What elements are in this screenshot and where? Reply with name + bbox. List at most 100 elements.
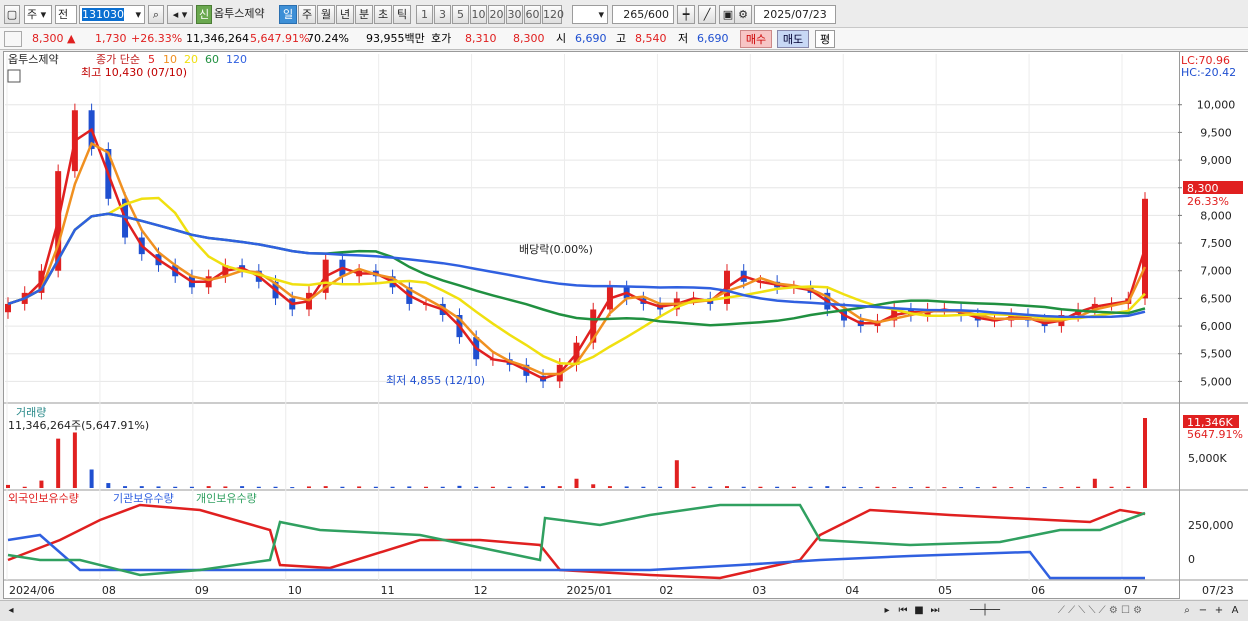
x-axis-label: 04 <box>845 584 859 597</box>
zoom-in-icon[interactable]: + <box>1212 604 1226 618</box>
x-axis-label: 06 <box>1031 584 1045 597</box>
volume-value-text: 11,346,264주(5,647.91%) <box>8 419 149 432</box>
legend-ma-period: 20 <box>184 53 198 66</box>
volume-bar <box>892 487 897 489</box>
scroll-right-icon[interactable]: ▸ <box>880 604 894 618</box>
volume-bar <box>1042 487 1047 489</box>
font-size-icon[interactable]: A <box>1228 604 1242 618</box>
price-tick-label: 6,000 <box>1200 320 1232 333</box>
stock-chart[interactable]: 10,0009,5009,0008,5008,0007,5007,0006,50… <box>0 0 1248 600</box>
zoom-icon[interactable]: ⌕ <box>1180 604 1194 618</box>
scroll-left-icon[interactable]: ◂ <box>4 604 18 618</box>
volume-bar <box>825 486 830 488</box>
holding-legend-label: 개인보유수량 <box>196 492 257 505</box>
volume-bar <box>424 486 429 488</box>
volume-bar <box>708 486 713 488</box>
price-tick-label: 6,500 <box>1200 292 1232 305</box>
volume-bar <box>457 485 462 488</box>
legend-ma-period: 5 <box>148 53 155 66</box>
volume-bar <box>959 487 964 489</box>
volume-bar <box>1025 487 1030 489</box>
dividend-annotation: 배당락(0.00%) <box>519 243 593 256</box>
volume-bar <box>658 486 663 488</box>
volume-bar <box>323 486 328 488</box>
volume-bar <box>290 487 295 489</box>
price-tick-label: 10,000 <box>1197 99 1236 112</box>
volume-bar <box>758 486 763 488</box>
volume-bar <box>156 486 161 488</box>
volume-bar <box>106 483 111 488</box>
volume-bar <box>1126 486 1131 488</box>
volume-bar <box>574 478 579 488</box>
volume-bar <box>724 486 729 488</box>
holding-legend-label: 외국인보유수량 <box>8 492 79 505</box>
x-axis-label: 11 <box>381 584 395 597</box>
volume-bar <box>858 487 863 489</box>
volume-bar <box>942 487 947 489</box>
stop-icon[interactable]: ■ <box>912 604 926 618</box>
volume-bar <box>407 486 412 488</box>
hc-label: HC:-20.42 <box>1181 66 1236 79</box>
volume-bar <box>390 486 395 488</box>
volume-bar <box>992 486 997 488</box>
volume-bar <box>1059 487 1064 489</box>
volume-bar <box>440 486 445 488</box>
x-axis-label: 2024/06 <box>9 584 55 597</box>
zoom-slider[interactable]: ──┼── <box>950 604 1020 618</box>
volume-bar <box>674 460 679 488</box>
x-axis-label: 03 <box>752 584 766 597</box>
price-tick-label: 7,500 <box>1200 237 1232 250</box>
volume-bar <box>557 486 562 488</box>
volume-bar <box>507 486 512 488</box>
volume-bar <box>139 486 144 488</box>
volume-bar <box>490 486 495 488</box>
volume-bar <box>206 486 211 488</box>
legend-ma-label: 종가 단순 <box>96 53 140 66</box>
volume-bar <box>474 486 479 488</box>
candle-body <box>5 303 11 313</box>
volume-bar <box>357 486 362 488</box>
x-axis-label: 07 <box>1124 584 1138 597</box>
volume-bar <box>975 487 980 489</box>
play-icon[interactable]: ⏭ <box>928 604 942 618</box>
volume-bar <box>775 486 780 488</box>
price-tick-label: 9,500 <box>1200 126 1232 139</box>
volume-bar <box>72 432 77 488</box>
volume-bar <box>56 438 61 488</box>
legend-ma-period: 10 <box>163 53 177 66</box>
volume-bar <box>925 486 930 488</box>
volume-bar <box>808 486 813 488</box>
volume-bar <box>1143 418 1147 488</box>
volume-bar <box>1076 486 1081 488</box>
price-tick-label: 8,000 <box>1200 209 1232 222</box>
x-axis-label: 07/23 <box>1202 584 1234 597</box>
x-axis-label: 10 <box>288 584 302 597</box>
x-axis-label: 05 <box>938 584 952 597</box>
volume-bar <box>39 480 44 488</box>
chart-scrollbar[interactable]: ◂ ▸ ⏮ ■ ⏭ ──┼── ⟋ ⟋ ⟍ ⟍ ⟋ ⚙ ☐ ⚙ ⌕ − + A <box>0 600 1248 621</box>
volume-bar <box>875 486 880 488</box>
volume-bar <box>741 486 746 488</box>
zoom-out-icon[interactable]: − <box>1196 604 1210 618</box>
volume-bar <box>89 469 94 488</box>
price-tick-label: 7,000 <box>1200 265 1232 278</box>
rewind-icon[interactable]: ⏮ <box>896 604 910 618</box>
holding-tick-label: 0 <box>1188 553 1195 566</box>
price-pct-text: 26.33% <box>1187 195 1229 208</box>
volume-tick-label: 5,000K <box>1188 452 1227 465</box>
x-axis-label: 12 <box>474 584 488 597</box>
volume-bar <box>541 486 546 488</box>
volume-bar <box>173 486 178 488</box>
volume-bar <box>842 486 847 488</box>
volume-title: 거래량 <box>16 406 46 419</box>
drawing-tools[interactable]: ⟋ ⟋ ⟍ ⟍ ⟋ ⚙ ☐ ⚙ <box>1030 604 1170 618</box>
volume-bar <box>591 484 596 488</box>
volume-bar <box>123 486 128 488</box>
x-axis-label: 02 <box>659 584 673 597</box>
volume-bar <box>273 486 278 488</box>
holding-tick-label: 250,000 <box>1188 519 1234 532</box>
volume-bar <box>624 486 629 488</box>
x-axis-label: 09 <box>195 584 209 597</box>
x-axis-label: 2025/01 <box>567 584 613 597</box>
volume-bar <box>1009 487 1014 489</box>
